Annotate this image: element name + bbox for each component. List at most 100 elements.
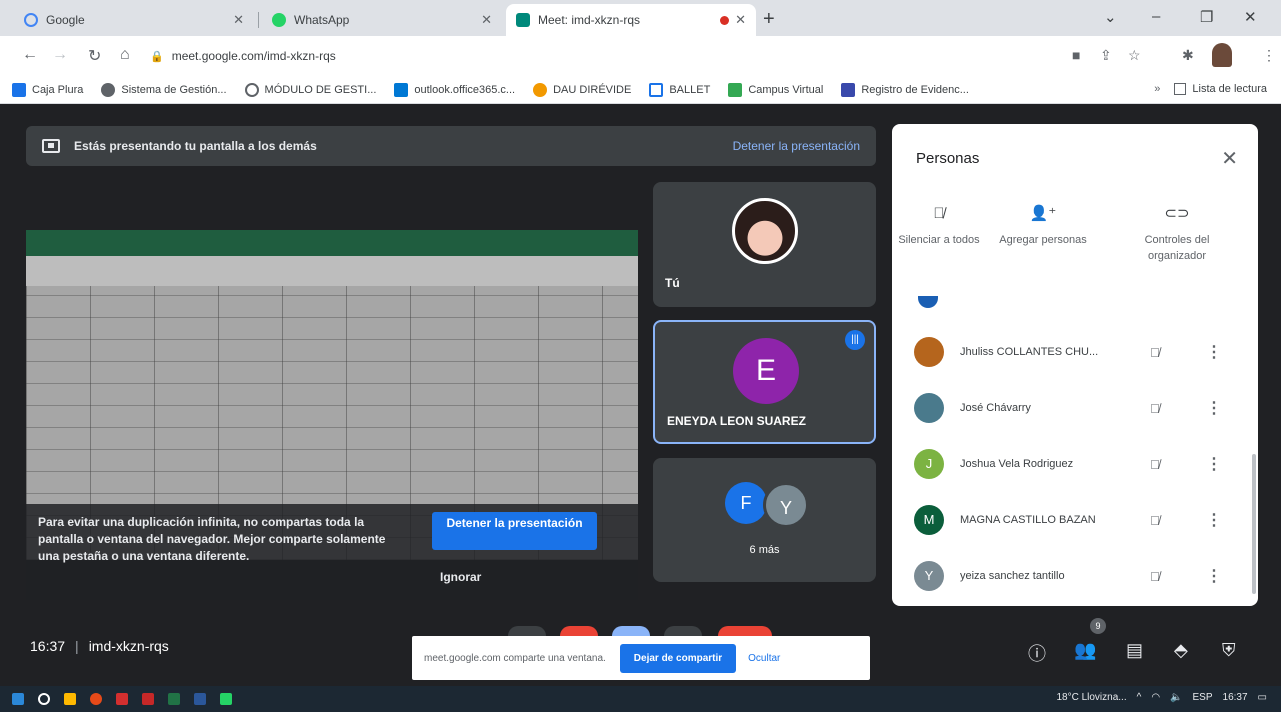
close-panel-button[interactable]: ✕ [1221, 146, 1238, 171]
participant-name: Joshua Vela Rodriguez [960, 458, 1074, 470]
warning-stop-presenting-button[interactable]: Detener la presentación [432, 512, 597, 550]
tab-whatsapp[interactable]: WhatsApp ✕ [262, 4, 502, 36]
participant-avatar: J [914, 449, 944, 479]
search-icon[interactable] [38, 693, 50, 705]
participant-row[interactable]: Jhuliss COLLANTES CHU... 🎙̸ ⋮ [892, 324, 1258, 380]
chevron-right-icon[interactable]: » [1154, 83, 1160, 95]
add-people-button[interactable]: 👤⁺ Agregar personas [988, 206, 1098, 248]
back-button[interactable]: ← [22, 46, 38, 64]
maximize-button[interactable]: ❐ [1200, 8, 1213, 26]
weather[interactable]: 18°C Llovizna... [1056, 692, 1126, 703]
taskbar-clock[interactable]: 16:37 [1223, 692, 1248, 703]
activities-icon[interactable]: ⬘ [1174, 640, 1188, 661]
word-icon[interactable] [194, 693, 206, 705]
mic-button[interactable] [508, 626, 546, 636]
google-favicon-icon [24, 13, 38, 27]
profile-avatar[interactable] [1212, 43, 1232, 67]
reading-list[interactable]: » Lista de lectura [1154, 83, 1267, 95]
share-icon[interactable]: ⇪ [1100, 47, 1112, 64]
more-options-icon[interactable]: ⋮ [1206, 342, 1222, 362]
self-tile[interactable]: Tú [653, 182, 876, 307]
language[interactable]: ESP [1193, 692, 1213, 703]
more-participants-tile[interactable]: F Y 6 más [653, 458, 876, 582]
notifications-icon[interactable]: ▭ [1258, 692, 1267, 703]
tab-meet[interactable]: Meet: imd-xkzn-rqs ✕ [506, 4, 756, 36]
app-icon[interactable] [116, 693, 128, 705]
people-icon[interactable]: 👥 [1074, 640, 1096, 661]
reload-button[interactable]: ↻ [88, 46, 101, 66]
more-options-icon[interactable]: ⋮ [1206, 398, 1222, 418]
leave-call-button[interactable] [718, 626, 772, 636]
excel-icon[interactable] [168, 693, 180, 705]
camera-button[interactable] [560, 626, 598, 636]
mic-off-icon: 🎙̸ [1150, 512, 1160, 528]
people-panel: Personas ✕ 🎙̸ Silenciar a todos 👤⁺ Agreg… [892, 124, 1258, 606]
bookmark-item[interactable]: BALLET [649, 82, 710, 97]
chat-icon[interactable]: ▤ [1126, 640, 1143, 661]
more-options-button[interactable] [664, 626, 702, 636]
participant-row[interactable]: Y yeiza sanchez tantillo 🎙̸ ⋮ [892, 548, 1258, 604]
participant-name: Jhuliss COLLANTES CHU... [960, 346, 1099, 358]
mute-all-button[interactable]: 🎙̸ Silenciar a todos [892, 206, 994, 248]
bookmark-item[interactable]: Sistema de Gestión... [101, 82, 227, 97]
volume-icon[interactable]: 🔈 [1170, 692, 1182, 703]
url-text: meet.google.com/imd-xkzn-rqs [171, 49, 336, 63]
share-infobar: meet.google.com comparte una ventana. De… [412, 636, 870, 680]
bookmark-star-icon[interactable]: ☆ [1128, 47, 1141, 64]
bookmark-item[interactable]: MÓDULO DE GESTI... [244, 82, 376, 97]
menu-icon[interactable]: ⋮ [1262, 47, 1276, 64]
close-window-button[interactable]: ✕ [1244, 8, 1257, 26]
present-button[interactable] [612, 626, 650, 636]
participant-row[interactable]: J Joshua Vela Rodriguez 🎙̸ ⋮ [892, 436, 1258, 492]
start-icon[interactable] [12, 693, 24, 705]
more-options-icon[interactable]: ⋮ [1206, 454, 1222, 474]
participant-avatar: Y [914, 561, 944, 591]
spreadsheet-ribbon [26, 256, 638, 286]
host-controls-icon[interactable]: ⛨ [1222, 640, 1236, 661]
more-options-icon[interactable]: ⋮ [1206, 566, 1222, 586]
new-tab-button[interactable]: + [763, 8, 775, 31]
stop-sharing-button[interactable]: Dejar de compartir [619, 643, 737, 673]
bookmark-icon [533, 82, 548, 97]
more-options-icon[interactable]: ⋮ [1206, 510, 1222, 530]
hide-infobar-button[interactable]: Ocultar [748, 653, 780, 664]
panel-scrollbar[interactable] [1252, 454, 1256, 594]
stop-presenting-link[interactable]: Detener la presentación [733, 139, 860, 153]
chrome-icon[interactable] [90, 693, 102, 705]
bookmark-item[interactable]: Caja Plura [12, 82, 83, 97]
tab-strip: Google ✕ WhatsApp ✕ Meet: imd-xkzn-rqs ✕… [0, 0, 1281, 36]
bookmark-item[interactable]: DAU DIRÉVIDE [533, 82, 631, 97]
minimize-button[interactable]: – [1152, 8, 1160, 25]
tray-chevron-icon[interactable]: ^ [1137, 692, 1142, 703]
whatsapp-icon[interactable] [220, 693, 232, 705]
people-count-badge: 9 [1090, 618, 1106, 634]
close-tab-icon[interactable]: ✕ [735, 12, 746, 28]
network-icon[interactable]: ◠ [1151, 692, 1160, 703]
close-tab-icon[interactable]: ✕ [233, 12, 244, 28]
home-button[interactable]: ⌂ [120, 46, 130, 64]
address-bar[interactable]: 🔒 meet.google.com/imd-xkzn-rqs [150, 42, 850, 70]
participant-avatar: F [725, 482, 767, 524]
camera-in-use-icon[interactable]: ■ [1072, 47, 1080, 63]
warning-ignore-button[interactable]: Ignorar [440, 570, 481, 584]
pdf-icon[interactable] [142, 693, 154, 705]
close-tab-icon[interactable]: ✕ [481, 12, 492, 28]
bookmark-icon [101, 82, 116, 97]
tab-google[interactable]: Google ✕ [14, 4, 254, 36]
bookmark-item[interactable]: Registro de Evidenc... [841, 82, 969, 97]
file-explorer-icon[interactable] [64, 693, 76, 705]
infobar-text: meet.google.com comparte una ventana. [424, 652, 606, 664]
bookmark-item[interactable]: outlook.office365.c... [394, 82, 515, 97]
speaker-tile[interactable]: E ||| ENEYDA LEON SUAREZ [653, 320, 876, 444]
bookmark-item[interactable]: Campus Virtual [728, 82, 823, 97]
host-controls-button[interactable]: ⊂⊃ Controles del organizador [1122, 206, 1232, 264]
forward-button[interactable]: → [52, 46, 68, 64]
mic-off-icon: 🎙̸ [1150, 568, 1160, 584]
people-panel-title: Personas [916, 150, 980, 167]
browser-toolbar: ← → ↻ ⌂ 🔒 meet.google.com/imd-xkzn-rqs ■… [0, 36, 1281, 76]
tab-search-icon[interactable]: ⌄ [1104, 8, 1117, 26]
participant-row[interactable]: M MAGNA CASTILLO BAZAN 🎙̸ ⋮ [892, 492, 1258, 548]
extensions-icon[interactable]: ✱ [1182, 47, 1194, 64]
meeting-details-icon[interactable]: ⓘ [1028, 640, 1046, 666]
participant-row[interactable]: José Chávarry 🎙̸ ⋮ [892, 380, 1258, 436]
